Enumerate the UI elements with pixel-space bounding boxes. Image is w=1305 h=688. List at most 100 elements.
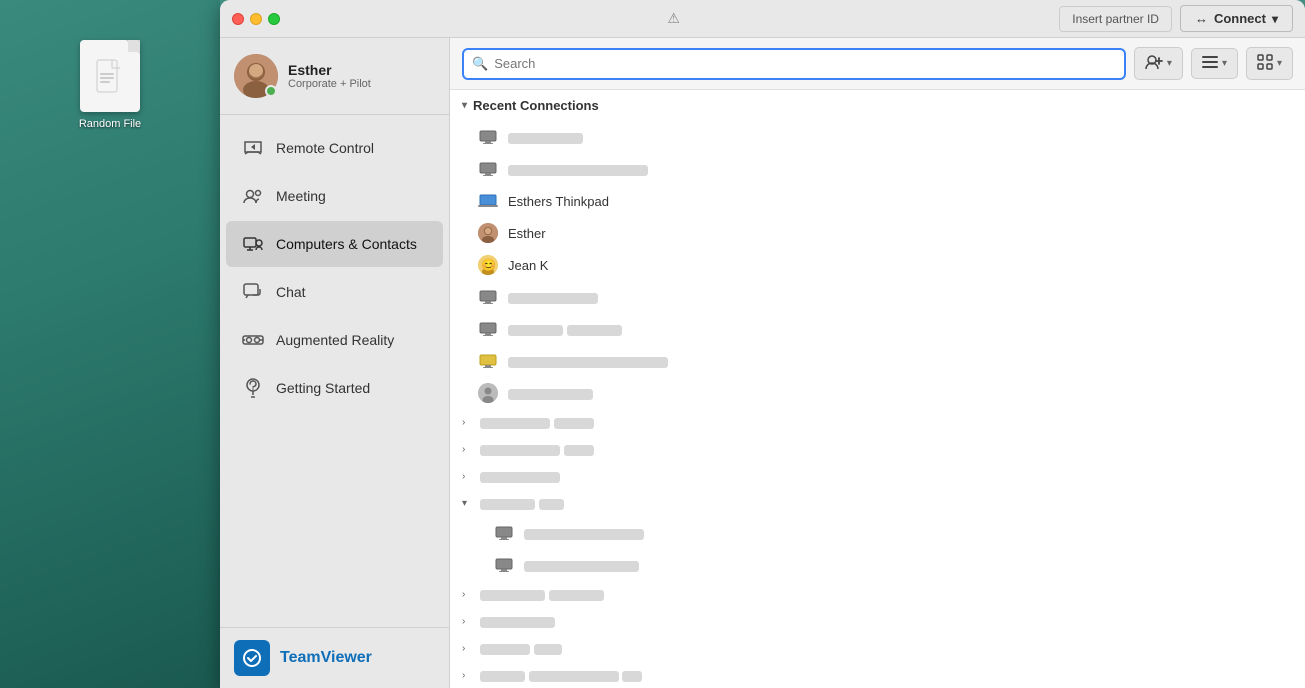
sidebar-item-computers-contacts[interactable]: Computers & Contacts [226, 221, 443, 267]
monitor-icon [478, 159, 498, 179]
group-item-expanded[interactable]: ▾ [450, 490, 1305, 517]
add-contact-chevron-icon: ▾ [1167, 58, 1172, 69]
list-item[interactable] [450, 549, 1305, 581]
group-label [480, 614, 555, 629]
sidebar: Esther Corporate + Pilot Remote Contro [220, 38, 450, 688]
insert-partner-button[interactable]: Insert partner ID [1059, 6, 1172, 32]
group-label [480, 668, 642, 683]
sidebar-item-augmented-reality[interactable]: Augmented Reality [226, 317, 443, 363]
group-item[interactable]: › [450, 463, 1305, 490]
chat-icon [242, 281, 264, 303]
content-panel: ▾ Recent Connections [450, 90, 1305, 688]
svg-text:😊: 😊 [481, 258, 496, 272]
group-chevron-icon: › [462, 670, 474, 681]
meeting-icon [242, 185, 264, 207]
desktop-icon-label: Random File [79, 118, 141, 130]
connection-name [508, 290, 1289, 305]
group-item[interactable]: › [450, 608, 1305, 635]
desktop-icon-random-file[interactable]: Random File [79, 40, 141, 130]
maximize-button[interactable] [268, 13, 280, 25]
add-contact-button[interactable]: ▾ [1134, 47, 1183, 80]
list-item[interactable] [450, 517, 1305, 549]
title-bar-right: Insert partner ID ↔ Connect ▾ [1059, 5, 1293, 32]
avatar-generic [478, 383, 498, 403]
list-item[interactable]: Esthers Thinkpad [450, 185, 1305, 217]
toolbar: 🔍 ▾ [450, 38, 1305, 90]
user-info: Esther Corporate + Pilot [288, 62, 371, 90]
teamviewer-team: Team [280, 649, 321, 666]
group-item[interactable]: › [450, 409, 1305, 436]
search-container: 🔍 [462, 48, 1126, 80]
group-label [480, 415, 594, 430]
close-button[interactable] [232, 13, 244, 25]
tree-icon [1257, 54, 1273, 73]
list-item[interactable]: Esther [450, 217, 1305, 249]
file-icon [80, 40, 140, 112]
sidebar-item-meeting[interactable]: Meeting [226, 173, 443, 219]
list-item[interactable] [450, 313, 1305, 345]
warning-icon: ⚠ [667, 10, 680, 27]
minimize-button[interactable] [250, 13, 262, 25]
laptop-icon [478, 191, 498, 211]
monitor-icon [494, 555, 514, 575]
group-item[interactable]: › [450, 662, 1305, 688]
avatar-jean: 😊 [478, 255, 498, 275]
monitor-icon [494, 523, 514, 543]
list-item[interactable] [450, 121, 1305, 153]
computers-contacts-icon [242, 233, 264, 255]
avatar-esther [478, 223, 498, 243]
group-chevron-icon: › [462, 444, 474, 455]
section-chevron-icon: ▾ [462, 100, 467, 111]
group-item[interactable]: › [450, 635, 1305, 662]
meeting-label: Meeting [276, 188, 326, 204]
getting-started-label: Getting Started [276, 380, 370, 396]
list-item[interactable] [450, 377, 1305, 409]
teamviewer-logo-text: TeamViewer [280, 649, 372, 667]
search-icon: 🔍 [472, 56, 488, 72]
computers-contacts-label: Computers & Contacts [276, 236, 417, 252]
connection-name: Jean K [508, 258, 1289, 273]
teamviewer-logo-icon [234, 640, 270, 676]
connection-name: Esther [508, 226, 1289, 241]
group-item[interactable]: › [450, 436, 1305, 463]
group-label [480, 641, 562, 656]
list-item[interactable]: 😊 Jean K [450, 249, 1305, 281]
app-body: Esther Corporate + Pilot Remote Contro [220, 38, 1305, 688]
group-label [480, 469, 560, 484]
group-chevron-icon: ▾ [1277, 58, 1282, 69]
group-chevron-icon: › [462, 589, 474, 600]
user-profile: Esther Corporate + Pilot [220, 38, 449, 115]
getting-started-icon [242, 377, 264, 399]
monitor-icon [478, 127, 498, 147]
group-item[interactable]: › [450, 581, 1305, 608]
connection-name: Esthers Thinkpad [508, 194, 1289, 209]
sidebar-item-getting-started[interactable]: Getting Started [226, 365, 443, 411]
teamviewer-viewer: Viewer [321, 649, 372, 666]
remote-control-label: Remote Control [276, 140, 374, 156]
connect-arrow-icon: ↔ [1195, 11, 1208, 26]
connect-button[interactable]: ↔ Connect ▾ [1180, 5, 1293, 32]
group-chevron-icon: ▾ [462, 498, 474, 509]
list-item[interactable] [450, 153, 1305, 185]
group-options-button[interactable]: ▾ [1246, 47, 1293, 80]
sidebar-item-remote-control[interactable]: Remote Control [226, 125, 443, 171]
recent-connections-header[interactable]: ▾ Recent Connections [450, 90, 1305, 121]
connection-name [524, 526, 1289, 541]
connection-name [508, 130, 1289, 145]
teamviewer-branding: TeamViewer [220, 627, 449, 688]
chat-label: Chat [276, 284, 306, 300]
augmented-reality-label: Augmented Reality [276, 332, 394, 348]
search-input[interactable] [494, 56, 1116, 71]
connect-label: Connect [1214, 11, 1266, 26]
list-item[interactable] [450, 345, 1305, 377]
group-label [480, 587, 604, 602]
person-add-icon [1145, 54, 1163, 73]
group-chevron-icon: › [462, 417, 474, 428]
recent-connections-label: Recent Connections [473, 98, 599, 113]
list-item[interactable] [450, 281, 1305, 313]
avatar-container [234, 54, 278, 98]
group-chevron-icon: › [462, 616, 474, 627]
sidebar-item-chat[interactable]: Chat [226, 269, 443, 315]
view-options-button[interactable]: ▾ [1191, 48, 1238, 79]
desktop: Random File [0, 0, 220, 688]
